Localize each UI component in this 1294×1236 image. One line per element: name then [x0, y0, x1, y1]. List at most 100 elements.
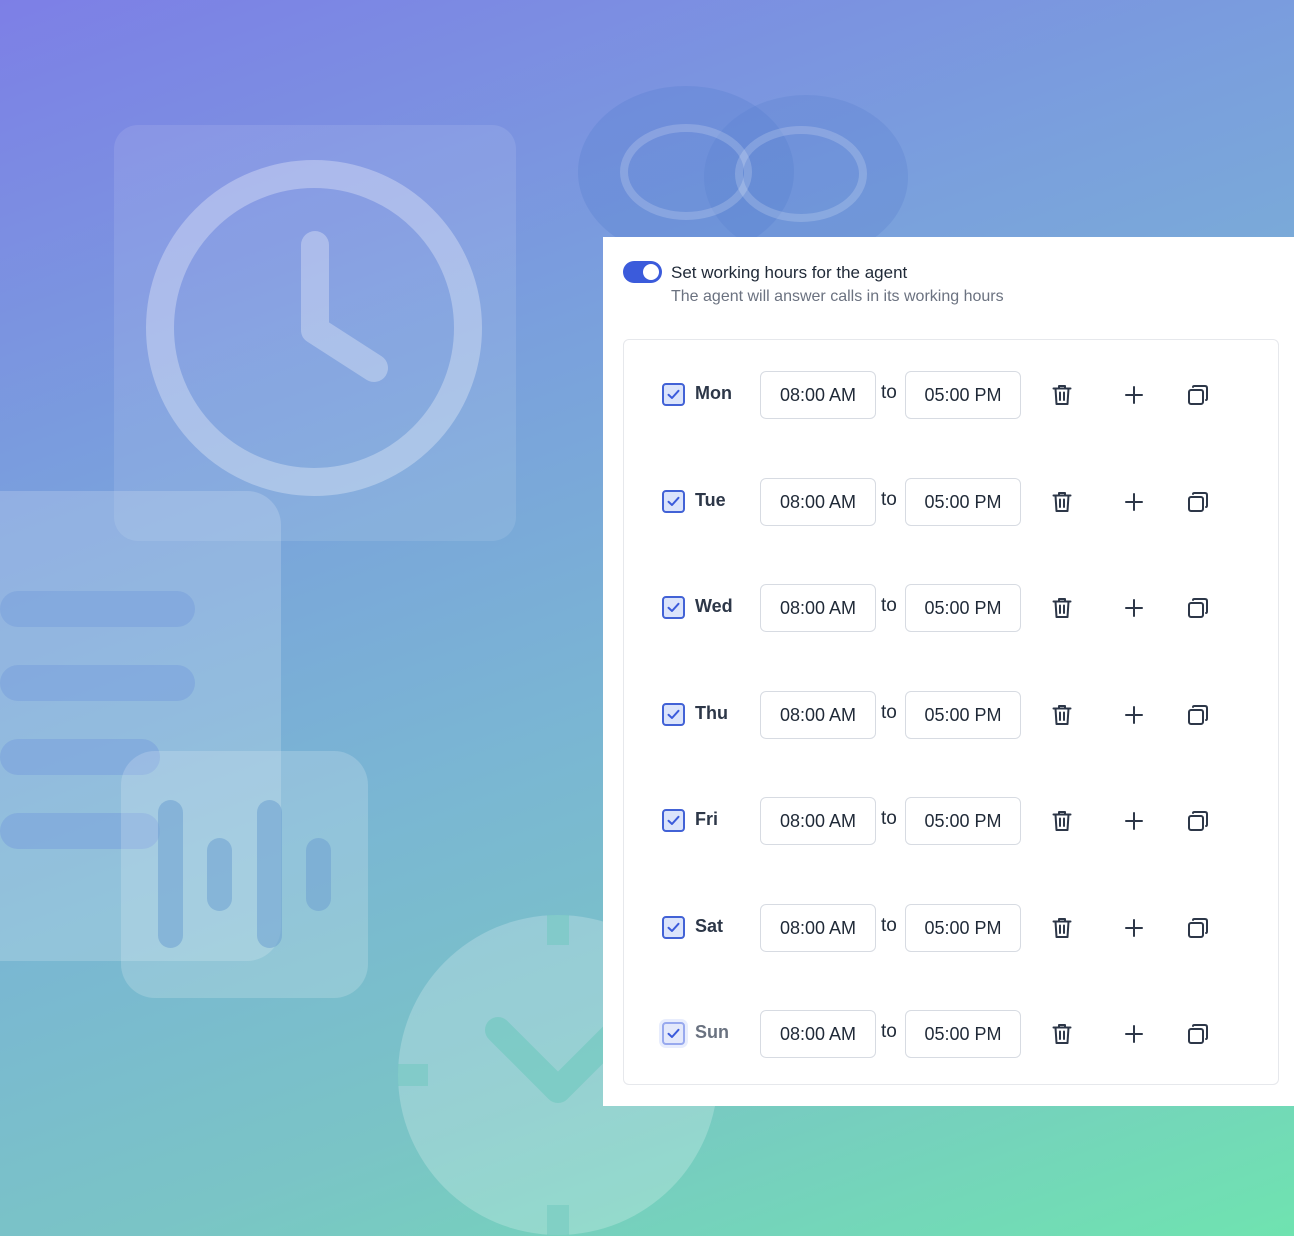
day-checkbox[interactable]	[662, 489, 685, 513]
trash-icon	[1052, 811, 1072, 831]
plus-icon	[1125, 918, 1143, 937]
delete-button[interactable]	[1049, 1021, 1075, 1047]
to-separator: to	[881, 701, 897, 723]
copy-icon	[1188, 598, 1208, 618]
trash-icon	[1052, 917, 1072, 938]
end-time-input[interactable]: 05:00 PM	[905, 1010, 1021, 1058]
start-time-input[interactable]: 08:00 AM	[760, 1010, 876, 1058]
copy-hours-button[interactable]	[1185, 489, 1211, 515]
add-interval-button[interactable]	[1121, 808, 1147, 834]
end-time-input[interactable]: 05:00 PM	[905, 903, 1021, 952]
schedule-row-sat: Sat 08:00 AM to 05:00 PM	[624, 903, 1280, 953]
schedule-list: Mon 08:00 AM to 05:00 PM Tue 08:00 AM to…	[623, 339, 1279, 1085]
copy-hours-button[interactable]	[1185, 1021, 1211, 1047]
copy-icon	[1188, 491, 1208, 512]
add-interval-button[interactable]	[1121, 1021, 1147, 1047]
working-hours-subtitle: The agent will answer calls in its worki…	[671, 288, 1004, 305]
day-checkbox[interactable]	[662, 383, 685, 406]
schedule-row-wed: Wed 08:00 AM to 05:00 PM	[624, 583, 1280, 633]
trash-icon	[1052, 1024, 1072, 1044]
day-checkbox[interactable]	[662, 809, 685, 832]
start-time-input[interactable]: 08:00 AM	[760, 903, 876, 952]
to-separator: to	[881, 488, 897, 510]
day-label: Mon	[695, 383, 732, 403]
trash-icon	[1052, 598, 1072, 618]
end-time-input[interactable]: 05:00 PM	[905, 584, 1021, 632]
checkmark-icon	[667, 389, 680, 399]
schedule-row-mon: Mon 08:00 AM to 05:00 PM	[624, 370, 1280, 420]
day-label: Sun	[695, 1022, 729, 1042]
day-checkbox[interactable]	[662, 596, 685, 619]
plus-icon	[1125, 812, 1143, 830]
copy-icon	[1188, 811, 1208, 831]
checkmark-icon	[667, 815, 680, 825]
to-separator: to	[881, 1021, 897, 1042]
add-interval-button[interactable]	[1121, 702, 1147, 728]
checkmark-icon	[667, 496, 680, 506]
end-time-input[interactable]: 05:00 PM	[905, 797, 1021, 845]
background-document-card	[0, 491, 281, 961]
checkmark-icon	[667, 709, 680, 719]
copy-hours-button[interactable]	[1185, 382, 1211, 408]
copy-icon	[1188, 704, 1208, 725]
copy-hours-button[interactable]	[1185, 595, 1211, 621]
schedule-row-sun: Sun 08:00 AM to 05:00 PM	[624, 1009, 1280, 1059]
end-time-input[interactable]: 05:00 PM	[905, 690, 1021, 739]
end-time-input[interactable]: 05:00 PM	[905, 477, 1021, 526]
add-interval-button[interactable]	[1121, 382, 1147, 408]
to-separator: to	[881, 595, 897, 616]
delete-button[interactable]	[1049, 382, 1075, 408]
start-time-input[interactable]: 08:00 AM	[760, 477, 876, 526]
delete-button[interactable]	[1049, 595, 1075, 621]
copy-hours-button[interactable]	[1185, 915, 1211, 941]
day-checkbox[interactable]	[662, 702, 685, 726]
to-separator: to	[881, 808, 897, 829]
schedule-row-tue: Tue 08:00 AM to 05:00 PM	[624, 477, 1280, 527]
day-label: Wed	[695, 596, 733, 616]
delete-button[interactable]	[1049, 702, 1075, 728]
plus-icon	[1125, 492, 1143, 511]
plus-icon	[1125, 705, 1143, 724]
toggle-knob	[643, 264, 659, 280]
copy-icon	[1188, 1024, 1208, 1044]
working-hours-panel: Set working hours for the agent The agen…	[603, 237, 1294, 1106]
start-time-input[interactable]: 08:00 AM	[760, 584, 876, 632]
trash-icon	[1052, 491, 1072, 512]
copy-icon	[1188, 385, 1208, 405]
schedule-row-thu: Thu 08:00 AM to 05:00 PM	[624, 690, 1280, 740]
cloud-icon	[578, 86, 908, 259]
delete-button[interactable]	[1049, 489, 1075, 515]
delete-button[interactable]	[1049, 808, 1075, 834]
checkmark-icon	[667, 922, 680, 932]
trash-icon	[1052, 704, 1072, 725]
delete-button[interactable]	[1049, 915, 1075, 941]
copy-hours-button[interactable]	[1185, 702, 1211, 728]
clock-icon	[146, 160, 482, 496]
working-hours-title: Set working hours for the agent	[671, 263, 908, 282]
plus-icon	[1125, 386, 1143, 404]
start-time-input[interactable]: 08:00 AM	[760, 690, 876, 739]
add-interval-button[interactable]	[1121, 489, 1147, 515]
day-checkbox[interactable]	[662, 915, 685, 939]
checkmark-icon	[667, 1028, 680, 1038]
day-checkbox[interactable]	[662, 1022, 685, 1045]
checkmark-icon	[667, 602, 680, 612]
copy-icon	[1188, 917, 1208, 938]
background-audio-wave-card	[121, 751, 368, 998]
schedule-row-fri: Fri 08:00 AM to 05:00 PM	[624, 796, 1280, 846]
day-label: Tue	[695, 489, 726, 510]
add-interval-button[interactable]	[1121, 915, 1147, 941]
trash-icon	[1052, 385, 1072, 405]
plus-icon	[1125, 599, 1143, 617]
plus-icon	[1125, 1025, 1143, 1043]
add-interval-button[interactable]	[1121, 595, 1147, 621]
start-time-input[interactable]: 08:00 AM	[760, 371, 876, 419]
to-separator: to	[881, 382, 897, 403]
background-clock-card	[114, 125, 516, 541]
day-label: Sat	[695, 915, 724, 936]
end-time-input[interactable]: 05:00 PM	[905, 371, 1021, 419]
copy-hours-button[interactable]	[1185, 808, 1211, 834]
start-time-input[interactable]: 08:00 AM	[760, 797, 876, 845]
day-label: Thu	[695, 702, 728, 723]
working-hours-toggle[interactable]	[623, 261, 662, 283]
